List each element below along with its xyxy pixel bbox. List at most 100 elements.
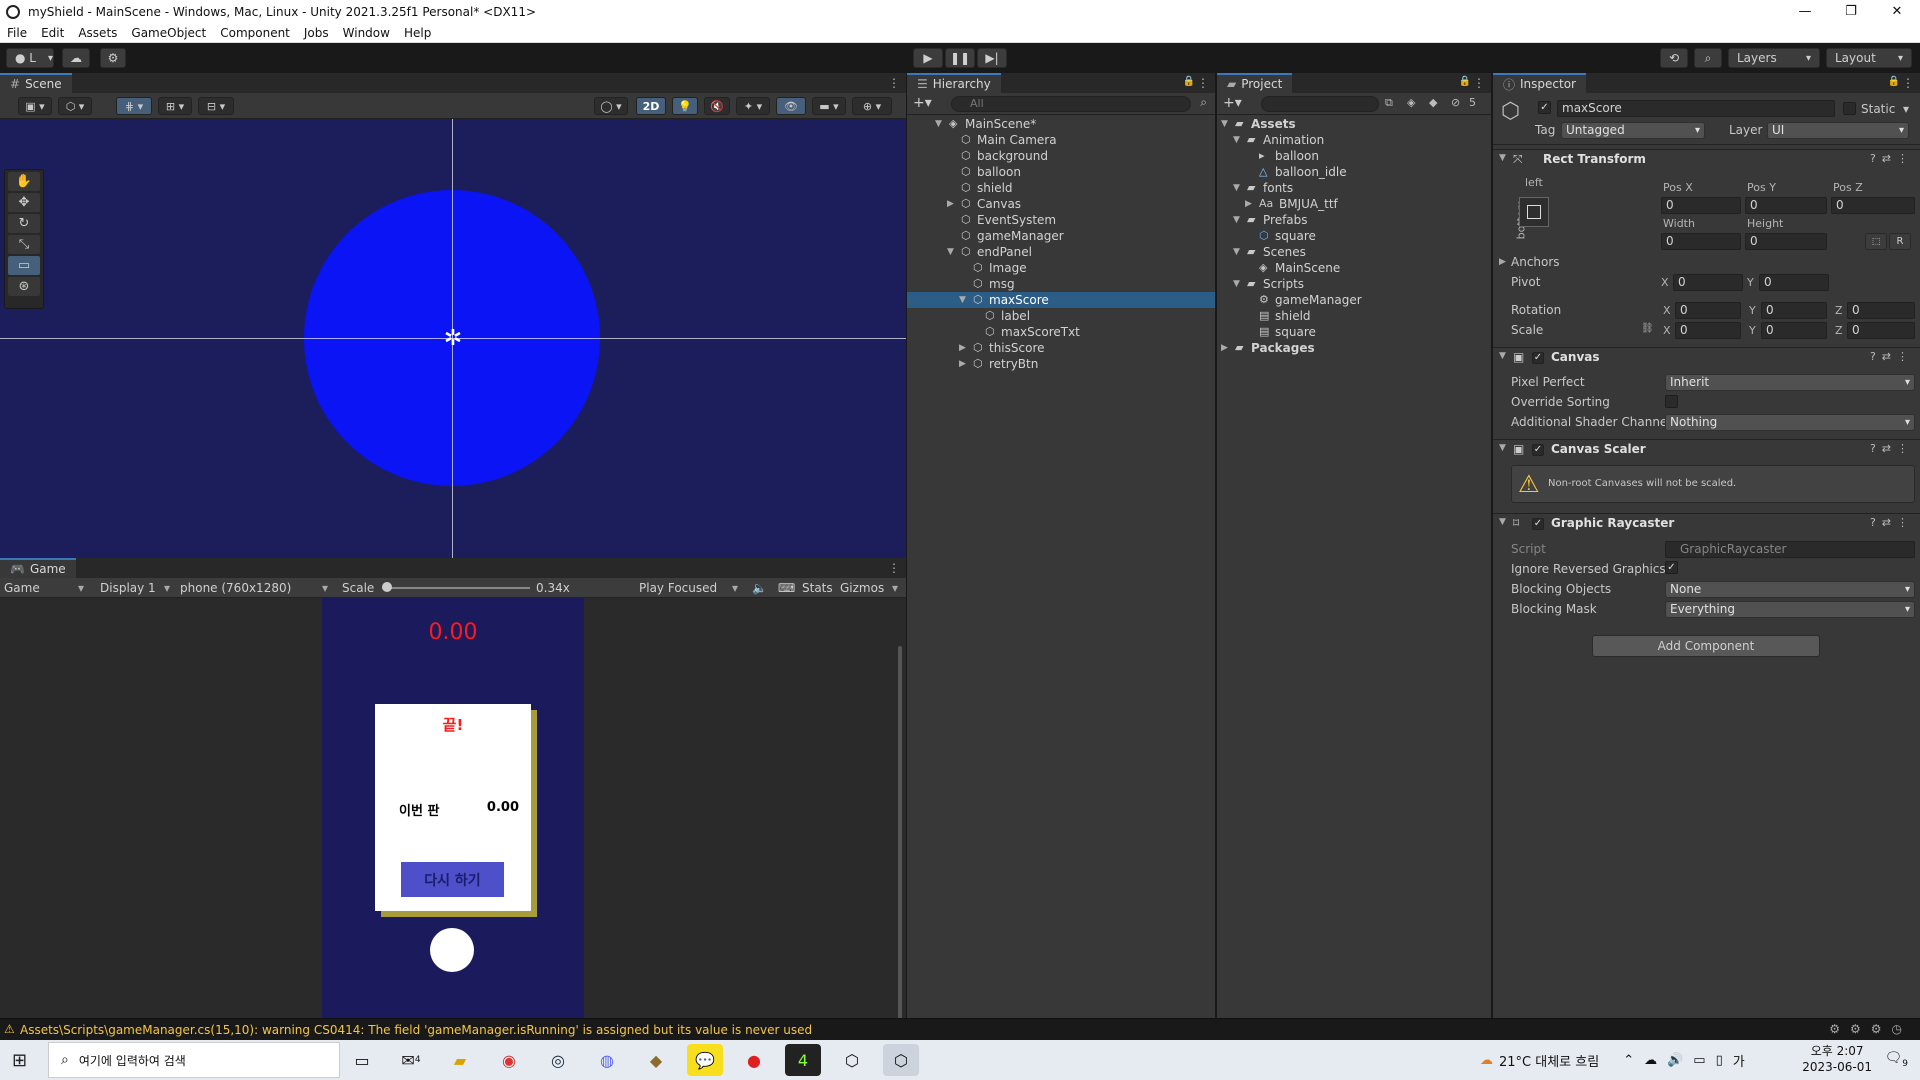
- gizmos-button[interactable]: Gizmos: [840, 581, 884, 595]
- account-dropdown[interactable]: ● L: [6, 48, 54, 68]
- align-button[interactable]: ⊟ ▾: [198, 97, 234, 115]
- canvas-scaler-header[interactable]: ▼ ▣ ✓ Canvas Scaler ?⇄⋮: [1493, 439, 1920, 459]
- tree-item[interactable]: ▼ ▰ Scenes: [1217, 244, 1491, 260]
- canvas-component-header[interactable]: ▼ ▣ ✓ Canvas ?⇄⋮: [1493, 347, 1920, 367]
- search-options-icon[interactable]: ⌕: [1200, 95, 1207, 110]
- anchor-preset-button[interactable]: [1519, 197, 1549, 227]
- layout-dropdown[interactable]: Layout: [1826, 48, 1912, 68]
- tab-inspector[interactable]: ⓘ Inspector: [1493, 73, 1586, 93]
- tree-item[interactable]: ⚙ gameManager: [1217, 292, 1491, 308]
- league-icon[interactable]: ◆: [638, 1044, 674, 1076]
- expand-right-icon[interactable]: ▶: [959, 356, 969, 372]
- lighting-toggle[interactable]: 💡: [672, 97, 698, 115]
- status-icons[interactable]: ⚙⚙⚙◷: [1829, 1022, 1912, 1036]
- tree-item[interactable]: ▶ ⬡ Canvas: [907, 196, 1215, 212]
- grid-snap-button[interactable]: ⋕ ▾: [116, 97, 152, 115]
- raw-edit-button[interactable]: R: [1889, 233, 1911, 250]
- pivot-y-field[interactable]: 0: [1759, 274, 1829, 291]
- collab-button[interactable]: ⚙: [100, 48, 126, 68]
- rect-tool-icon[interactable]: ▭: [8, 256, 40, 275]
- hierarchy-menu-icon[interactable]: ⋮: [1197, 76, 1209, 90]
- tree-item[interactable]: ▼ ▰ Assets: [1217, 116, 1491, 132]
- tree-item[interactable]: ⬡ square: [1217, 228, 1491, 244]
- step-button[interactable]: ▶|: [977, 48, 1007, 68]
- pivot-x-field[interactable]: 0: [1673, 274, 1743, 291]
- increment-snap-button[interactable]: ⊞ ▾: [158, 97, 192, 115]
- search-button[interactable]: ⌕: [1694, 48, 1722, 68]
- add-component-button[interactable]: Add Component: [1592, 635, 1820, 657]
- component-actions-icon[interactable]: ?⇄⋮: [1870, 516, 1914, 529]
- task-view-icon[interactable]: ▭: [344, 1044, 380, 1076]
- audio-toggle[interactable]: 🔇: [704, 97, 730, 115]
- tree-item[interactable]: ▸ balloon: [1217, 148, 1491, 164]
- graphic-raycaster-header[interactable]: ▼ ⌑ ✓ Graphic Raycaster ?⇄⋮: [1493, 513, 1920, 533]
- visibility-toggle[interactable]: 👁: [776, 97, 806, 115]
- canvas-enabled-checkbox[interactable]: ✓: [1532, 352, 1544, 364]
- console-last-message[interactable]: Assets\Scripts\gameManager.cs(15,10): wa…: [20, 1023, 812, 1037]
- taskbar-clock[interactable]: 오후 2:07 2023-06-01: [1802, 1043, 1872, 1075]
- rect-pivot-handle-icon[interactable]: ✲: [440, 326, 466, 352]
- override-sorting-checkbox[interactable]: [1665, 395, 1678, 408]
- expand-down-icon[interactable]: ▼: [1221, 116, 1231, 132]
- layer-dropdown[interactable]: UI: [1767, 122, 1909, 139]
- tree-item[interactable]: ▼ ⬡ maxScore: [907, 292, 1215, 308]
- pos-z-field[interactable]: 0: [1831, 197, 1915, 214]
- expand-down-icon[interactable]: ▼: [1233, 276, 1243, 292]
- taskbar-search[interactable]: ⌕ 여기에 입력하여 검색: [48, 1042, 340, 1078]
- lock-icon[interactable]: 🔒: [1459, 76, 1471, 87]
- pixel-perfect-dropdown[interactable]: Inherit: [1665, 374, 1915, 391]
- cloud-button[interactable]: ☁: [62, 48, 90, 68]
- create-asset-button[interactable]: +▾: [1223, 95, 1242, 111]
- menu-help[interactable]: Help: [397, 26, 438, 40]
- tree-item[interactable]: ▶ ⬡ retryBtn: [907, 356, 1215, 372]
- tree-item[interactable]: ▼ ▰ Prefabs: [1217, 212, 1491, 228]
- height-field[interactable]: 0: [1745, 233, 1827, 250]
- ignore-reversed-checkbox[interactable]: ✓: [1665, 561, 1678, 574]
- display-icon[interactable]: ▭: [1693, 1053, 1705, 1068]
- menu-component[interactable]: Component: [213, 26, 297, 40]
- display-dropdown[interactable]: Display 1: [100, 581, 156, 595]
- tree-item[interactable]: ▼ ▰ Animation: [1217, 132, 1491, 148]
- resolution-dropdown[interactable]: phone (760x1280): [180, 581, 291, 595]
- tree-item[interactable]: ⬡ maxScoreTxt: [907, 324, 1215, 340]
- expand-down-icon[interactable]: ▼: [1233, 132, 1243, 148]
- status-bar[interactable]: ⚠ Assets\Scripts\gameManager.cs(15,10): …: [0, 1018, 1920, 1040]
- component-actions-icon[interactable]: ?⇄⋮: [1870, 442, 1914, 455]
- tree-item[interactable]: ▶ ▰ Packages: [1217, 340, 1491, 356]
- active-checkbox[interactable]: ✓: [1538, 101, 1551, 114]
- game-scrollbar[interactable]: [898, 646, 902, 1042]
- transform-tool-icon[interactable]: ⊛: [8, 277, 40, 296]
- chrome-icon[interactable]: ◉: [491, 1044, 527, 1076]
- view-tool-icon[interactable]: ✋: [8, 172, 40, 191]
- scene-menu-icon[interactable]: ⋮: [888, 76, 900, 90]
- menu-assets[interactable]: Assets: [71, 26, 124, 40]
- search-type-icon[interactable]: ⧉: [1385, 96, 1393, 110]
- tree-item[interactable]: ⬡ EventSystem: [907, 212, 1215, 228]
- maximize-button[interactable]: ❐: [1828, 0, 1874, 23]
- ime-icon[interactable]: 가: [1733, 1051, 1745, 1070]
- tree-item[interactable]: ▤ shield: [1217, 308, 1491, 324]
- raycaster-enabled-checkbox[interactable]: ✓: [1532, 518, 1544, 530]
- tree-item[interactable]: ▶ ⬡ thisScore: [907, 340, 1215, 356]
- game-viewport[interactable]: 0.00 끝! 이번 판 0.00 다시 하기: [0, 598, 906, 1042]
- lock-icon[interactable]: 🔒: [1888, 76, 1900, 87]
- retry-button[interactable]: 다시 하기: [401, 862, 504, 897]
- rotate-tool-icon[interactable]: ↻: [8, 214, 40, 233]
- tree-item[interactable]: ⬡ msg: [907, 276, 1215, 292]
- tree-item[interactable]: ⬡ background: [907, 148, 1215, 164]
- unity-editor-icon[interactable]: ⬡: [883, 1044, 919, 1076]
- tree-item[interactable]: ▼ ▰ fonts: [1217, 180, 1491, 196]
- menu-file[interactable]: File: [0, 26, 34, 40]
- collapse-arrow-icon[interactable]: ▼: [1499, 443, 1506, 453]
- expand-right-icon[interactable]: ▶: [959, 340, 969, 356]
- blocking-objects-dropdown[interactable]: None: [1665, 581, 1915, 598]
- collapse-arrow-icon[interactable]: ▶: [1499, 257, 1506, 267]
- tree-item[interactable]: ▼ ◈ MainScene*: [907, 116, 1215, 132]
- windows-start-icon[interactable]: ⊞: [12, 1050, 27, 1071]
- camera-dropdown[interactable]: ▬ ▾: [812, 97, 846, 115]
- tree-item[interactable]: ⬡ gameManager: [907, 228, 1215, 244]
- tree-item[interactable]: ⬡ balloon: [907, 164, 1215, 180]
- scale-tool-icon[interactable]: ⤡: [8, 235, 40, 254]
- tree-item[interactable]: △ balloon_idle: [1217, 164, 1491, 180]
- project-search-input[interactable]: [1261, 96, 1379, 112]
